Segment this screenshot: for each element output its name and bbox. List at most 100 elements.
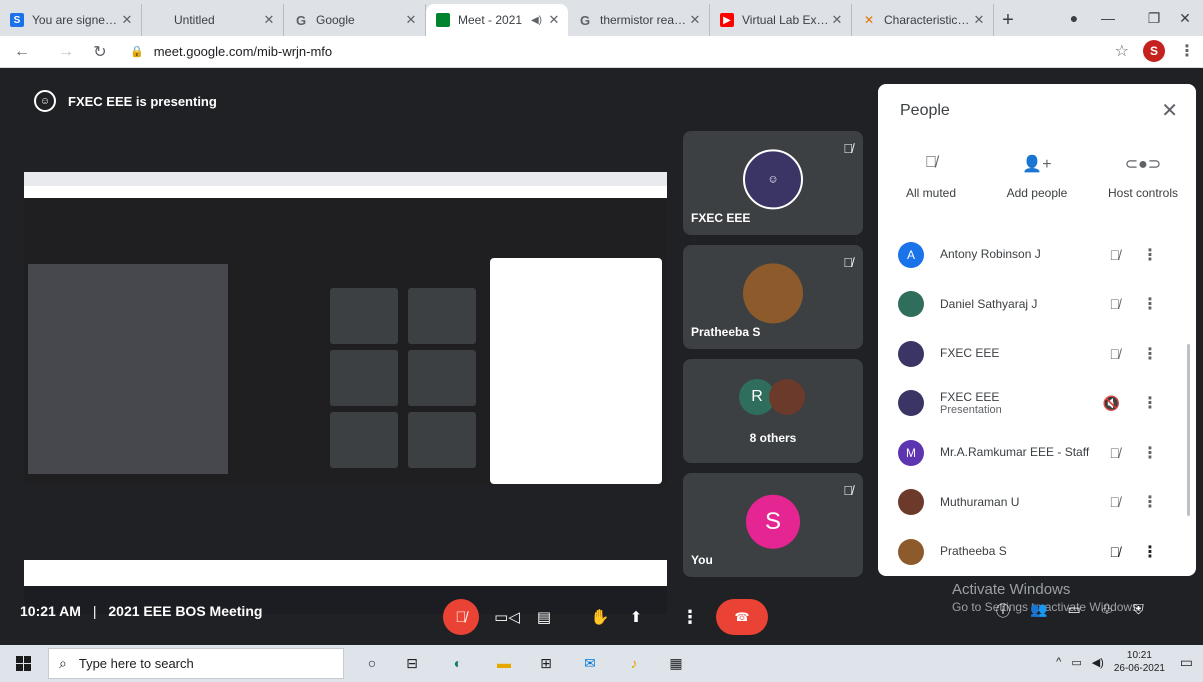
- new-tab-button[interactable]: +: [994, 4, 1022, 36]
- more-options-icon[interactable]: ⋮: [1142, 294, 1158, 314]
- toggle-icon: ⊂●⊃: [1124, 156, 1162, 173]
- mic-off-icon[interactable]: 🎙̸: [1110, 247, 1121, 263]
- participant-avatar: [769, 379, 805, 415]
- mic-off-icon[interactable]: 🎙̸: [1110, 346, 1121, 362]
- address-bar[interactable]: 🔒 meet.google.com/mib-wrjn-mfo: [130, 44, 332, 59]
- volume-icon[interactable]: ◀): [1092, 656, 1104, 669]
- activities-icon[interactable]: ♧: [1101, 601, 1114, 621]
- participant-row[interactable]: A Antony Robinson J 🎙̸ ⋮: [878, 230, 1196, 280]
- close-icon[interactable]: ✕: [546, 12, 562, 28]
- tab-meet[interactable]: Meet - 2021 ◀) ✕: [426, 4, 568, 36]
- add-people-button[interactable]: 👤+ Add people: [984, 154, 1090, 200]
- participant-avatar: A: [898, 241, 924, 268]
- shared-screen-people-panel: [490, 258, 662, 484]
- shared-screen-tabs: [24, 172, 667, 186]
- people-icon[interactable]: 👥: [1030, 601, 1047, 621]
- close-icon[interactable]: ✕: [119, 12, 135, 28]
- close-icon[interactable]: ✕: [687, 12, 703, 28]
- participant-row[interactable]: Daniel Sathyaraj J 🎙̸ ⋮: [878, 280, 1196, 330]
- notification-icon[interactable]: ▭: [1180, 654, 1193, 671]
- tab-untitled[interactable]: Untitled ✕: [142, 4, 284, 36]
- tab-google[interactable]: G Google ✕: [284, 4, 426, 36]
- self-tile[interactable]: 🎙̸ S You: [683, 473, 863, 577]
- participant-list-scrollbar[interactable]: [1187, 344, 1190, 516]
- mic-off-icon[interactable]: 🎙̸: [1110, 445, 1121, 461]
- raise-hand-button[interactable]: ✋: [582, 599, 618, 635]
- camera-icon: ▭◁: [494, 609, 520, 626]
- participant-row[interactable]: Muthuraman U 🎙̸ ⋮: [878, 478, 1196, 528]
- shared-screen-tile: [408, 412, 476, 468]
- store-icon[interactable]: ⊞: [536, 653, 556, 673]
- mic-off-icon[interactable]: 🎙̸: [1110, 296, 1121, 312]
- info-icon[interactable]: ⓘ: [996, 601, 1010, 621]
- more-options-icon[interactable]: ⋮: [1142, 492, 1158, 512]
- task-view-icon[interactable]: ⊟: [402, 653, 422, 673]
- google-favicon-icon: G: [579, 12, 591, 28]
- more-options-button[interactable]: ⋮: [672, 599, 708, 635]
- system-tray: ^ ▭ ◀) 10:21 26-06-2021: [1056, 649, 1165, 675]
- signin-favicon-icon: S: [10, 13, 24, 27]
- people-panel-title: People: [900, 102, 950, 119]
- profile-avatar[interactable]: S: [1143, 40, 1165, 62]
- chat-icon[interactable]: ▭: [1067, 601, 1080, 621]
- edge-icon[interactable]: ◐: [448, 653, 468, 673]
- taskbar-clock[interactable]: 10:21 26-06-2021: [1114, 649, 1165, 675]
- shared-screen: [24, 172, 667, 614]
- participant-row[interactable]: Pratheeba S 🎙̸ ⋮: [878, 527, 1196, 576]
- more-options-icon[interactable]: ⋮: [1142, 245, 1158, 265]
- close-window-button[interactable]: ✕: [1162, 0, 1203, 36]
- tab-signed-in[interactable]: S You are signed in ✕: [0, 4, 142, 36]
- mic-off-icon[interactable]: 🎙̸: [1110, 494, 1121, 510]
- close-icon[interactable]: ✕: [1161, 98, 1178, 123]
- minimize-button[interactable]: —: [1085, 0, 1131, 36]
- participant-list: A Antony Robinson J 🎙̸ ⋮ Daniel Sathyara…: [878, 230, 1196, 576]
- participant-tile[interactable]: 🎙̸ ☺ FXEC EEE: [683, 131, 863, 235]
- more-options-icon[interactable]: ⋮: [1142, 542, 1158, 562]
- tab-characteristics[interactable]: ✕ Characteristics o ✕: [852, 4, 994, 36]
- others-tile[interactable]: R 8 others: [683, 359, 863, 463]
- participant-row[interactable]: FXEC EEE 🎙̸ ⋮: [878, 329, 1196, 379]
- menu-kebab-icon[interactable]: ⋮: [1179, 41, 1195, 61]
- camera-toggle-button[interactable]: ▭◁: [489, 599, 525, 635]
- captions-icon: ▤: [536, 609, 552, 626]
- participant-row[interactable]: M Mr.A.Ramkumar EEE - Staff 🎙̸ ⋮: [878, 428, 1196, 478]
- participant-row[interactable]: FXEC EEE Presentation 🔇 ⋮: [878, 379, 1196, 429]
- mail-icon[interactable]: ✉: [580, 653, 600, 673]
- notepad-icon[interactable]: ▦: [666, 653, 686, 673]
- shared-screen-downloads: [24, 560, 667, 586]
- all-muted-button[interactable]: 🎙̸ All muted: [878, 154, 984, 200]
- star-icon[interactable]: ☆: [1115, 41, 1129, 61]
- mic-off-icon: 🎙̸: [925, 154, 937, 171]
- cortana-icon[interactable]: ○: [362, 653, 382, 673]
- forward-arrow-icon[interactable]: →: [52, 43, 80, 61]
- participant-tile[interactable]: 🎙̸ Pratheeba S: [683, 245, 863, 349]
- mic-toggle-button[interactable]: 🎙̸: [443, 599, 479, 635]
- reload-icon[interactable]: ↻: [86, 42, 114, 62]
- close-icon[interactable]: ✕: [261, 12, 277, 28]
- close-icon[interactable]: ✕: [403, 12, 419, 28]
- file-explorer-icon[interactable]: ▬: [494, 653, 514, 673]
- shield-icon[interactable]: ⛨: [1133, 601, 1144, 621]
- captions-button[interactable]: ▤: [526, 599, 562, 635]
- tab-virtual-lab[interactable]: ▶ Virtual Lab Exper ✕: [710, 4, 852, 36]
- present-icon: ⬆: [629, 609, 643, 626]
- taskbar-search-input[interactable]: ⌕ Type here to search: [48, 648, 344, 679]
- windows-start-icon[interactable]: [16, 656, 31, 671]
- network-icon[interactable]: ▭: [1071, 656, 1081, 669]
- chevron-up-icon[interactable]: ^: [1056, 656, 1061, 668]
- more-options-icon[interactable]: ⋮: [1142, 393, 1158, 413]
- back-arrow-icon[interactable]: ←: [8, 43, 36, 61]
- present-button[interactable]: ⬆: [618, 599, 654, 635]
- leave-call-button[interactable]: ☎: [716, 599, 768, 635]
- tab-thermistor[interactable]: G thermistor readir ✕: [568, 4, 710, 36]
- participant-avatar: M: [898, 439, 924, 466]
- mic-off-icon[interactable]: 🎙̸: [1110, 544, 1121, 560]
- presenter-avatar-icon: ☺: [34, 90, 56, 112]
- close-icon[interactable]: ✕: [829, 12, 845, 28]
- more-options-icon[interactable]: ⋮: [1142, 344, 1158, 364]
- close-icon[interactable]: ✕: [971, 12, 987, 28]
- host-controls-button[interactable]: ⊂●⊃ Host controls: [1090, 154, 1196, 200]
- app-icon[interactable]: ♪: [624, 653, 644, 673]
- more-options-icon[interactable]: ⋮: [1142, 443, 1158, 463]
- speaker-off-icon[interactable]: 🔇: [1103, 395, 1120, 412]
